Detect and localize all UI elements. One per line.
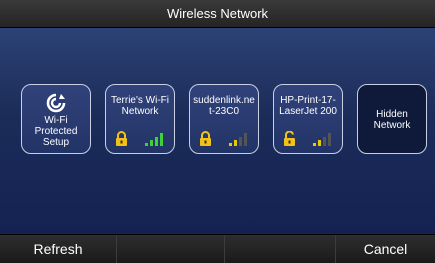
tile-label: Terrie's Wi-Fi Network: [110, 95, 169, 117]
tile-label: HP-Print-17- LaserJet 200: [279, 95, 337, 117]
tile-label: suddenlink.ne t-23C0: [193, 95, 255, 117]
toolbar-spacer: [225, 235, 336, 263]
hidden-network-button[interactable]: Hidden Network: [357, 84, 427, 154]
refresh-button[interactable]: Refresh: [0, 235, 117, 263]
page-title: Wireless Network: [166, 6, 269, 21]
network-tile-terries-wifi[interactable]: Terrie's Wi-Fi Network: [105, 84, 175, 154]
tile-label: Hidden Network: [373, 109, 411, 131]
cancel-button[interactable]: Cancel: [336, 235, 435, 263]
signal-strength-icon: [229, 133, 247, 146]
network-list: Wi-Fi Protected Setup Terrie's Wi-Fi Net…: [0, 28, 435, 234]
toolbar-spacer: [117, 235, 225, 263]
network-tile-hp-print[interactable]: HP-Print-17- LaserJet 200: [273, 84, 343, 154]
network-tile-suddenlink[interactable]: suddenlink.ne t-23C0: [189, 84, 259, 154]
lock-icon: [200, 131, 211, 146]
bottom-toolbar: Refresh Cancel: [0, 234, 435, 263]
unlocked-icon: [284, 131, 295, 146]
lock-icon: [116, 131, 127, 146]
signal-strength-icon: [313, 133, 331, 146]
wps-icon: [46, 93, 66, 113]
tile-label: Wi-Fi Protected Setup: [34, 115, 78, 148]
signal-strength-icon: [145, 133, 163, 146]
wps-button[interactable]: Wi-Fi Protected Setup: [21, 84, 91, 154]
title-bar: Wireless Network: [0, 0, 435, 28]
